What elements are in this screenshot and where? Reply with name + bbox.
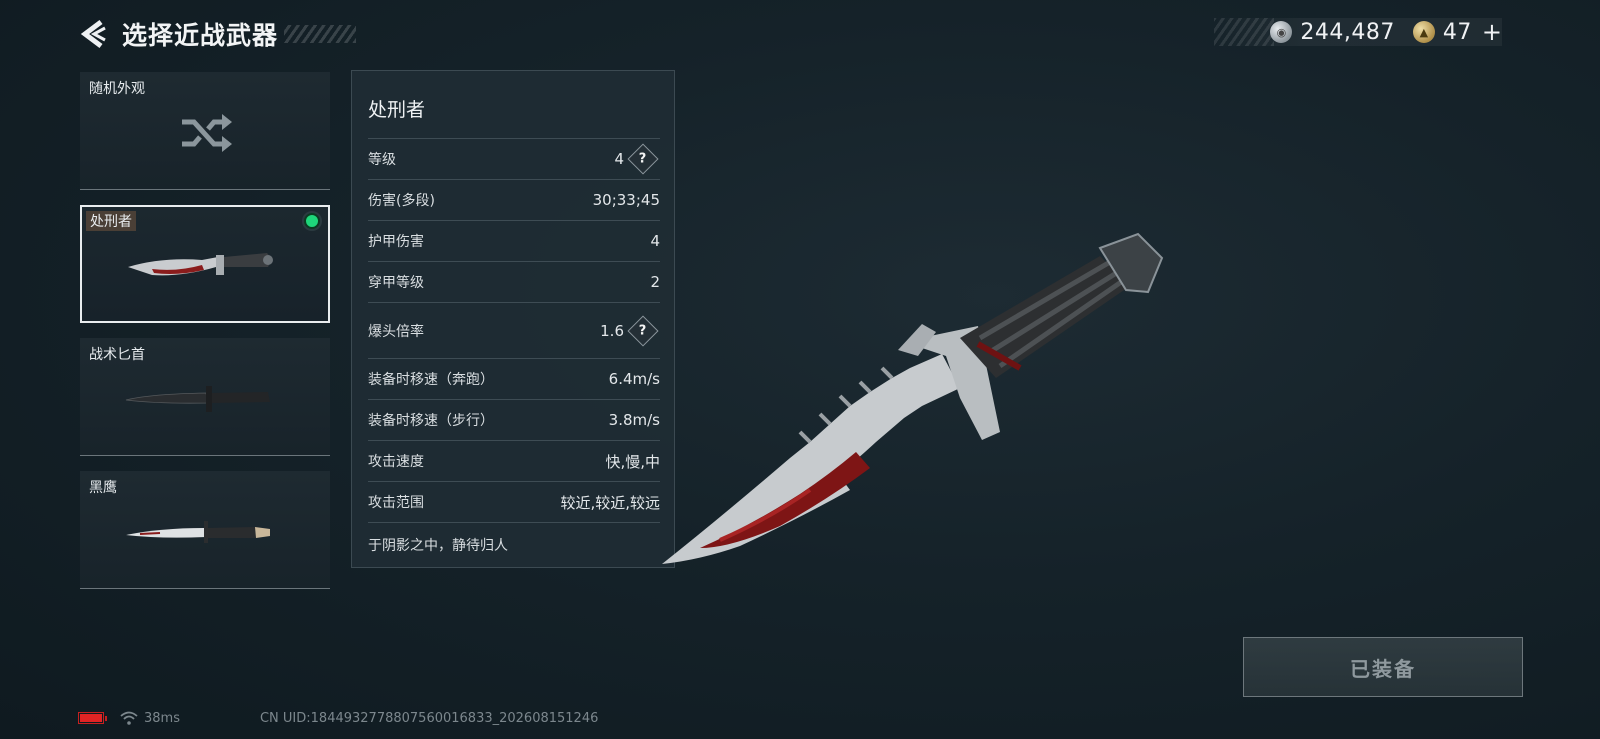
help-icon[interactable]: ? xyxy=(627,143,659,175)
stat-value: 30;33;45 xyxy=(592,191,660,209)
weapon-card-label: 处刑者 xyxy=(86,211,136,231)
tactical-dagger-image xyxy=(125,386,270,412)
gold-amount: 47 xyxy=(1442,19,1472,45)
weapon-card-black-hawk[interactable]: 黑鹰 xyxy=(80,471,330,589)
stat-label: 装备时移速（步行） xyxy=(368,413,494,429)
shuffle-icon xyxy=(182,114,232,152)
stat-row-attack-range: 攻击范围 较近,较近,较远 xyxy=(368,481,660,522)
stat-label: 装备时移速（奔跑） xyxy=(368,372,494,388)
stat-label: 攻击速度 xyxy=(368,454,424,470)
weapon-card-label: 战术匕首 xyxy=(89,347,145,363)
stat-row-run-speed: 装备时移速（奔跑） 6.4m/s xyxy=(368,358,660,399)
weapon-card-random[interactable]: 随机外观 xyxy=(80,72,330,190)
help-icon[interactable]: ? xyxy=(627,314,659,347)
gold-coin-icon: ▲ xyxy=(1412,21,1435,43)
stat-row-damage: 伤害(多段) 30;33;45 xyxy=(368,179,660,220)
stat-label: 等级 xyxy=(368,152,396,168)
black-hawk-knife-image xyxy=(126,521,270,543)
weapon-card-executioner[interactable]: 处刑者 xyxy=(80,205,330,323)
stat-label: 穿甲等级 xyxy=(368,275,424,291)
weapon-description: 于阴影之中，静待归人 xyxy=(368,522,660,566)
silver-coin-icon: ◉ xyxy=(1270,21,1293,43)
stat-value: 4 xyxy=(614,150,624,168)
weapon-card-label: 黑鹰 xyxy=(89,480,117,496)
title-decoration xyxy=(284,25,357,43)
silver-amount: 244,487 xyxy=(1300,19,1395,45)
weapon-list: 随机外观 处刑者 战术匕首 黑鹰 xyxy=(80,72,330,604)
stat-value: 快,慢,中 xyxy=(605,452,660,471)
weapon-card-label: 随机外观 xyxy=(89,81,145,97)
stat-row-level: 等级 4 ? xyxy=(368,138,660,179)
equipped-indicator xyxy=(304,213,320,229)
stat-label: 伤害(多段) xyxy=(368,193,435,209)
stat-value: 2 xyxy=(650,273,660,291)
battery-icon xyxy=(78,712,107,724)
page-title: 选择近战武器 xyxy=(122,21,279,50)
description-text: 于阴影之中，静待归人 xyxy=(368,537,508,554)
wifi-icon xyxy=(120,711,138,725)
stat-label: 攻击范围 xyxy=(368,495,424,511)
uid-text: CN UID:1844932778807560016833_2026081512… xyxy=(259,710,599,726)
stat-value: 较近,较近,较远 xyxy=(560,493,660,512)
back-arrow-icon xyxy=(80,20,106,48)
add-currency-button[interactable]: + xyxy=(1482,18,1502,46)
stat-value: 3.8m/s xyxy=(608,411,660,429)
equipped-button[interactable]: 已装备 xyxy=(1243,637,1523,697)
stat-value: 1.6 xyxy=(600,321,624,340)
stat-row-attack-speed: 攻击速度 快,慢,中 xyxy=(368,440,660,481)
stat-label: 爆头倍率 xyxy=(368,323,424,340)
executioner-knife-image xyxy=(128,253,273,276)
back-button[interactable] xyxy=(76,16,110,52)
stat-label: 护甲伤害 xyxy=(368,234,424,250)
stat-row-headshot: 爆头倍率 1.6 ? xyxy=(368,302,660,358)
header: 选择近战武器 xyxy=(76,14,357,54)
currency-bar: ◉ 244,487 ▲ 47 + xyxy=(1214,18,1502,46)
knife-preview-image xyxy=(662,232,1164,564)
status-footer: 38ms CN UID:1844932778807560016833_20260… xyxy=(78,708,598,728)
weapon-stats-panel: 处刑者 等级 4 ? 伤害(多段) 30;33;45 护甲伤害 4 穿甲等级 2… xyxy=(351,70,675,568)
stat-value: 4 xyxy=(650,232,660,250)
stat-row-penetration: 穿甲等级 2 xyxy=(368,261,660,302)
stat-row-armor-damage: 护甲伤害 4 xyxy=(368,220,660,261)
stat-value: 6.4m/s xyxy=(608,370,660,388)
ping-text: 38ms xyxy=(144,710,180,726)
weapon-name: 处刑者 xyxy=(368,99,426,121)
stats-table: 等级 4 ? 伤害(多段) 30;33;45 护甲伤害 4 穿甲等级 2 爆头倍… xyxy=(368,138,660,566)
weapon-card-tactical-dagger[interactable]: 战术匕首 xyxy=(80,338,330,456)
stat-row-walk-speed: 装备时移速（步行） 3.8m/s xyxy=(368,399,660,440)
